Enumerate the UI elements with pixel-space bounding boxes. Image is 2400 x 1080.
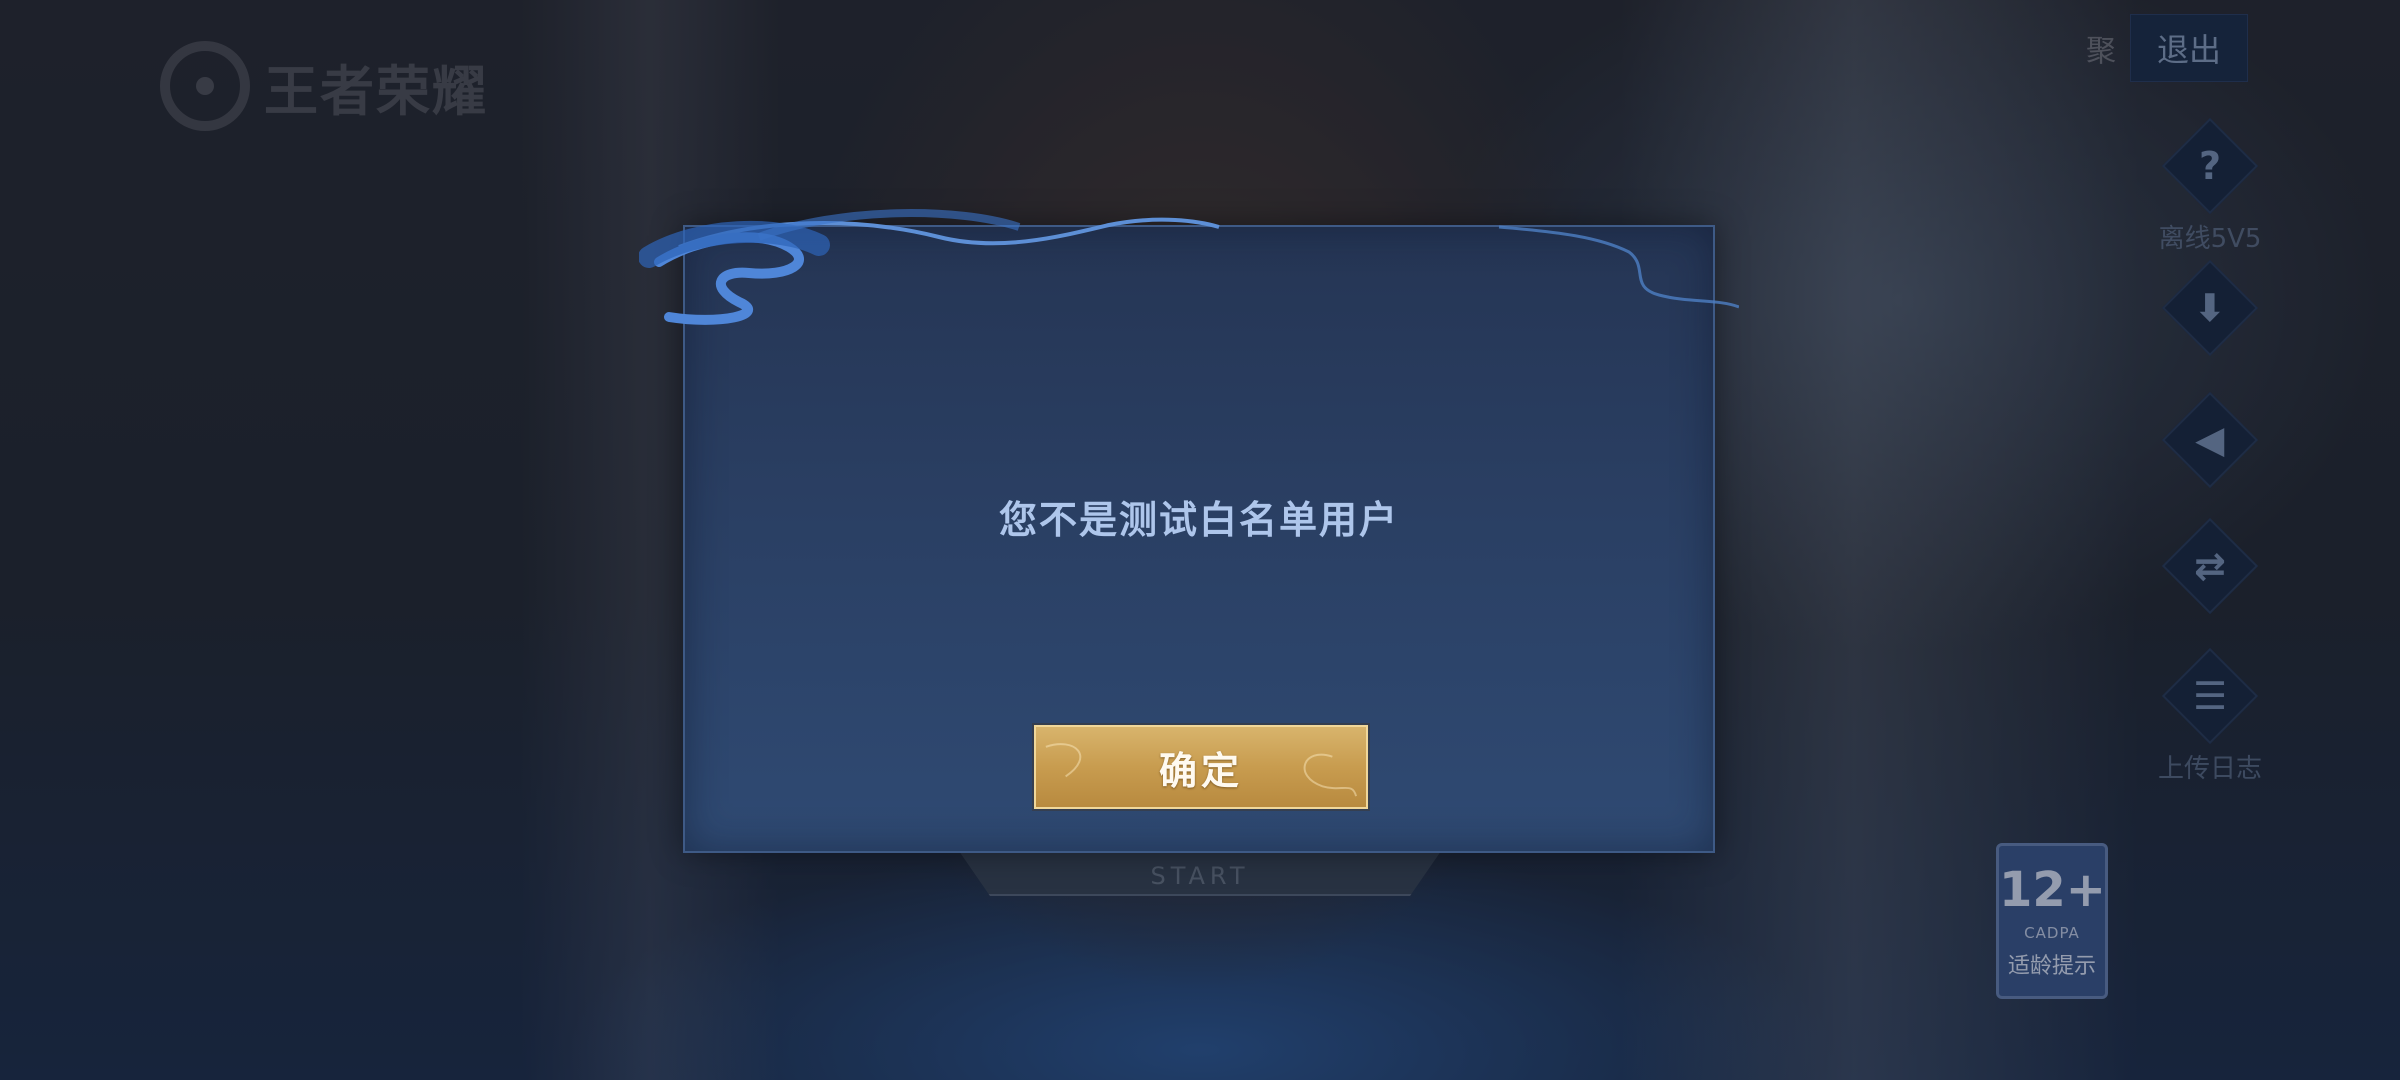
confirm-button[interactable]: 确定 (1034, 725, 1368, 809)
alert-dialog: 您不是测试白名单用户 确定 (639, 209, 1739, 853)
button-swirl-decoration (1045, 743, 1358, 797)
dialog-ornament (639, 209, 1739, 325)
dialog-message: 您不是测试白名单用户 (998, 498, 1399, 542)
